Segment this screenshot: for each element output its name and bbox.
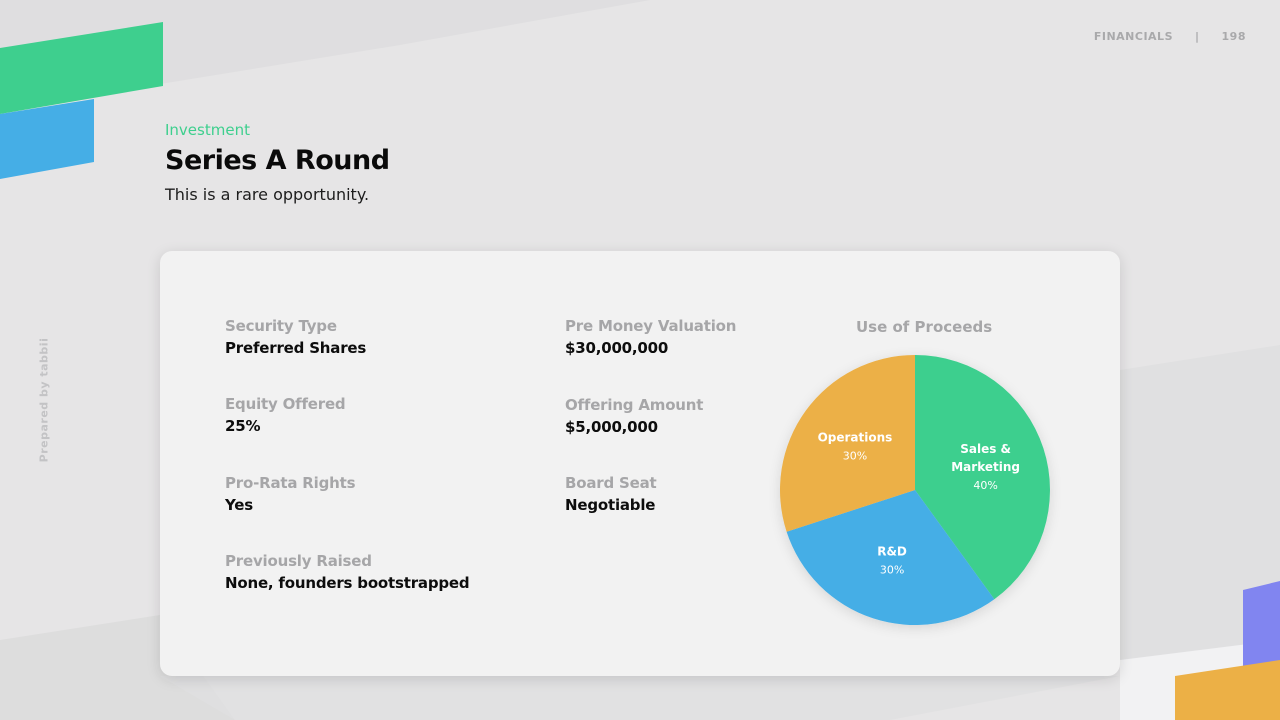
pie-slice-percent: 40% <box>973 479 997 492</box>
fact-previously-raised: Previously Raised None, founders bootstr… <box>225 552 470 592</box>
header-separator: | <box>1195 30 1200 43</box>
pie-slice-label: Marketing <box>951 460 1020 474</box>
fact-label: Previously Raised <box>225 552 372 570</box>
fact-label: Equity Offered <box>225 395 346 413</box>
fact-pro-rata-rights: Pro-Rata Rights Yes <box>225 474 356 514</box>
header-meta: FINANCIALS | 198 <box>1094 30 1246 43</box>
fact-label: Pre Money Valuation <box>565 317 737 335</box>
fact-value: None, founders bootstrapped <box>225 574 470 592</box>
fact-value: Negotiable <box>565 496 656 514</box>
section-name: FINANCIALS <box>1093 30 1173 43</box>
fact-offering-amount: Offering Amount $5,000,000 <box>565 396 703 436</box>
page-number: 198 <box>1221 30 1246 43</box>
pie-slice-percent: 30% <box>843 449 867 462</box>
fact-security-type: Security Type Preferred Shares <box>225 317 366 357</box>
fact-value: $5,000,000 <box>565 418 658 436</box>
fact-value: Preferred Shares <box>225 339 367 357</box>
purple-accent-shape <box>1243 581 1280 669</box>
fact-value: $30,000,000 <box>565 339 669 357</box>
fact-label: Pro-Rata Rights <box>225 474 356 492</box>
fact-equity-offered: Equity Offered 25% <box>225 395 346 435</box>
pie-slice-label: Sales & <box>960 442 1011 456</box>
slide-subtitle: This is a rare opportunity. <box>165 185 370 204</box>
fact-label: Board Seat <box>565 474 657 492</box>
fact-label: Security Type <box>225 317 337 335</box>
pie-slice-label: Operations <box>818 430 893 444</box>
fact-value: 25% <box>225 417 261 435</box>
chart-title: Use of Proceeds <box>856 318 993 336</box>
fact-value: Yes <box>225 496 253 514</box>
side-credit: Prepared by tabbii <box>37 337 51 463</box>
pie-slice-label: R&D <box>877 545 907 559</box>
fact-board-seat: Board Seat Negotiable <box>565 474 657 514</box>
slide-eyebrow: Investment <box>165 121 250 139</box>
fact-label: Offering Amount <box>565 396 704 414</box>
pie-slice-percent: 30% <box>880 564 904 577</box>
use-of-proceeds-pie-chart: Sales & Marketing 40% R&D 30% Operations 30% <box>780 355 1050 625</box>
slide-title: Series A Round <box>165 145 390 176</box>
fact-pre-money-valuation: Pre Money Valuation $30,000,000 <box>565 317 736 357</box>
